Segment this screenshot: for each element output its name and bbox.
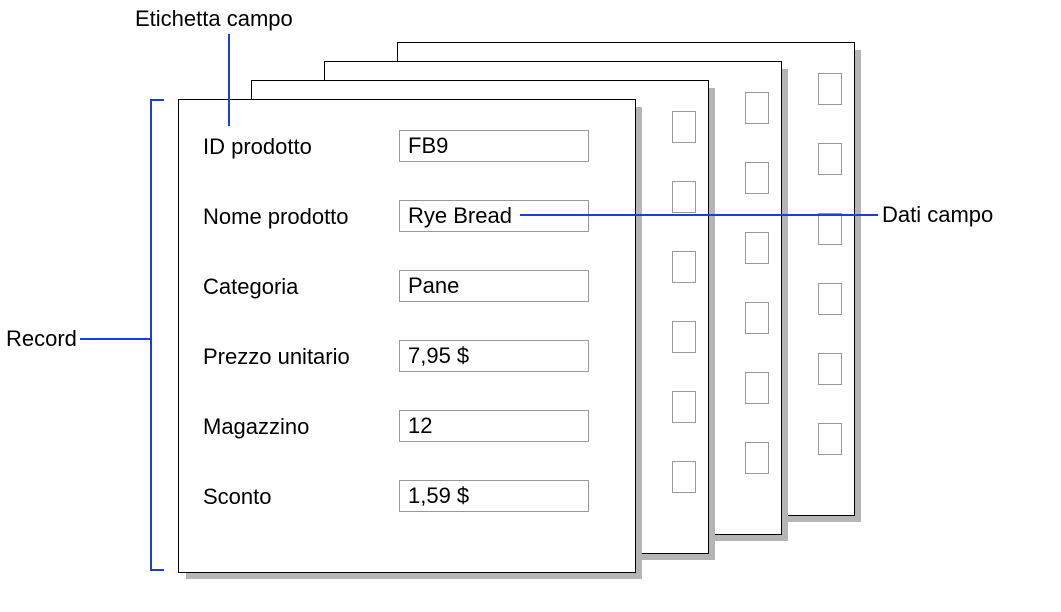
- placeholder-field: [745, 232, 769, 264]
- placeholder-field: [672, 111, 696, 143]
- field-label: Prezzo unitario: [203, 344, 350, 370]
- annotation-etichetta-campo: Etichetta campo: [135, 6, 293, 32]
- field-value: 7,95 $: [399, 340, 589, 372]
- callout-line-dati-campo: [520, 214, 878, 216]
- placeholder-field: [672, 391, 696, 423]
- placeholder-field: [745, 302, 769, 334]
- record-card-front: ID prodotto FB9 Nome prodotto Rye Bread …: [178, 99, 636, 573]
- record-bracket-vert: [150, 99, 152, 571]
- annotation-dati-campo: Dati campo: [882, 202, 993, 228]
- record-bracket-bot: [150, 569, 164, 571]
- placeholder-field: [672, 321, 696, 353]
- placeholder-field: [745, 162, 769, 194]
- field-label: Nome prodotto: [203, 204, 349, 230]
- placeholder-field: [745, 442, 769, 474]
- placeholder-field: [818, 423, 842, 455]
- placeholder-field: [818, 73, 842, 105]
- field-value: Pane: [399, 270, 589, 302]
- placeholder-field: [818, 143, 842, 175]
- placeholder-field: [745, 92, 769, 124]
- placeholder-field: [672, 461, 696, 493]
- field-label: ID prodotto: [203, 134, 312, 160]
- placeholder-field: [818, 353, 842, 385]
- placeholder-field: [672, 251, 696, 283]
- placeholder-field: [672, 181, 696, 213]
- placeholder-field: [818, 283, 842, 315]
- field-label: Categoria: [203, 274, 298, 300]
- callout-line-etichetta: [228, 34, 230, 126]
- callout-line-record-h: [80, 338, 150, 340]
- placeholder-field: [745, 372, 769, 404]
- field-value-nome-prodotto: Rye Bread: [399, 200, 589, 232]
- field-label: Sconto: [203, 484, 272, 510]
- field-label: Magazzino: [203, 414, 309, 440]
- placeholder-field: [818, 213, 842, 245]
- record-bracket-top: [150, 99, 164, 101]
- annotation-record: Record: [6, 326, 77, 352]
- field-value: 1,59 $: [399, 480, 589, 512]
- field-value: 12: [399, 410, 589, 442]
- field-value: FB9: [399, 130, 589, 162]
